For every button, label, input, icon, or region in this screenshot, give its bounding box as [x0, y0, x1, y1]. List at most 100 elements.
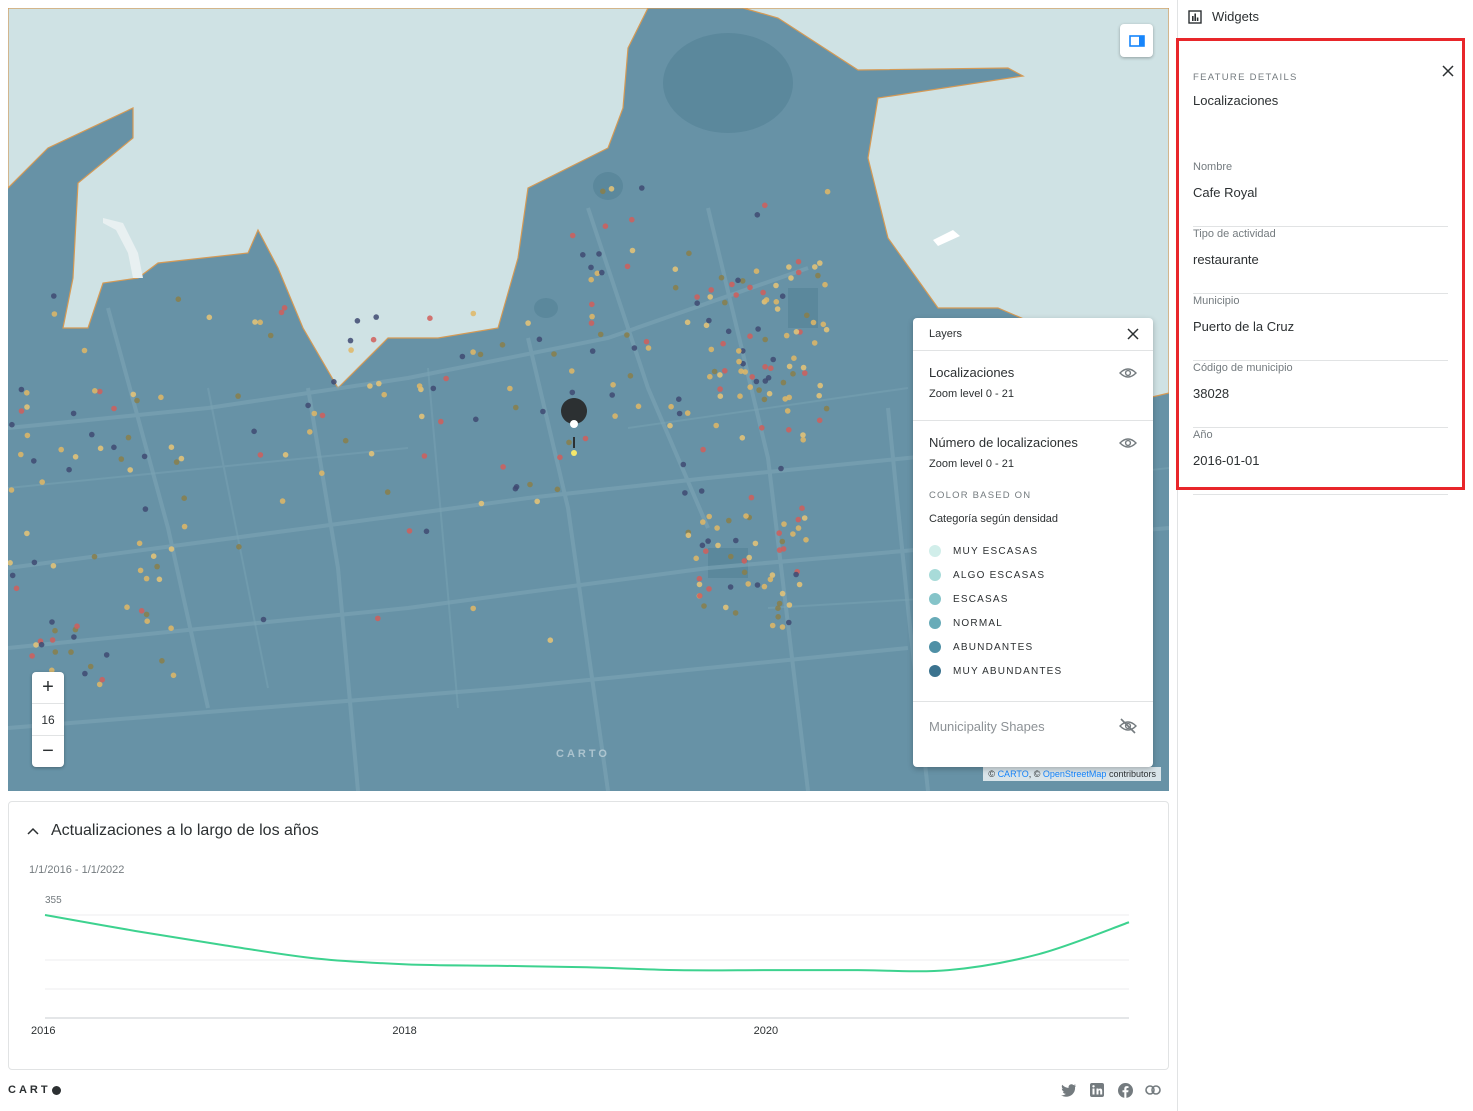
location-point [58, 446, 64, 453]
location-point [599, 269, 605, 276]
location-point [39, 479, 45, 485]
close-icon[interactable] [1127, 328, 1139, 340]
location-point [527, 481, 533, 488]
location-point [124, 604, 130, 610]
location-point [342, 437, 349, 444]
location-point [612, 413, 618, 419]
location-point [81, 347, 88, 354]
carto-logo-dot [51, 1085, 61, 1095]
legend-item: MUY ABUNDANTES [929, 659, 1137, 683]
legend-item: ABUNDANTES [929, 635, 1137, 659]
layer-name: Localizaciones [929, 365, 1015, 380]
location-point [706, 586, 712, 592]
field-label: Municipio [1193, 295, 1240, 307]
line-chart[interactable]: 355 2016 2018 2020 [9, 882, 1168, 1042]
location-point [697, 593, 703, 599]
feature-layer-name: Localizaciones [1193, 93, 1279, 108]
location-point [111, 444, 117, 451]
carto-link[interactable]: CARTO [998, 769, 1029, 779]
facebook-icon[interactable] [1117, 1082, 1133, 1098]
location-point [701, 603, 707, 609]
location-point [156, 576, 163, 583]
location-point [597, 331, 604, 338]
location-point [700, 519, 706, 525]
zoom-in-button[interactable]: + [32, 672, 64, 703]
layers-panel: Layers Localizaciones Zoom level 0 - 21 … [913, 318, 1153, 767]
location-point [580, 252, 586, 258]
location-point [629, 247, 636, 254]
layer-item: Número de localizaciones Zoom level 0 - … [913, 421, 1153, 702]
location-point [443, 375, 449, 382]
link-icon[interactable] [1145, 1082, 1161, 1098]
location-point [24, 530, 30, 537]
location-point [762, 336, 768, 343]
location-point [705, 538, 711, 544]
location-point [773, 282, 779, 289]
location-point [168, 625, 174, 631]
legend-label: ABUNDANTES [953, 641, 1034, 653]
social-links [1061, 1082, 1161, 1098]
location-point [793, 329, 800, 335]
location-point [175, 296, 182, 303]
location-point [733, 537, 739, 544]
eye-icon[interactable] [1119, 437, 1137, 449]
legend-label: MUY ABUNDANTES [953, 665, 1063, 677]
location-point [267, 332, 274, 339]
location-point [769, 622, 776, 629]
location-point [347, 337, 354, 344]
widget-header[interactable]: Actualizaciones a lo largo de los años [27, 822, 319, 840]
location-point [507, 385, 513, 392]
location-point [739, 435, 746, 441]
location-point [500, 464, 506, 470]
location-point [602, 223, 609, 229]
close-icon[interactable] [1442, 65, 1454, 77]
location-point [722, 299, 728, 306]
zoom-out-button[interactable]: − [32, 736, 64, 767]
location-point [732, 610, 739, 616]
location-point [142, 506, 149, 512]
location-point [368, 450, 375, 457]
location-point [800, 364, 807, 371]
location-point [551, 351, 557, 357]
location-point [459, 353, 466, 360]
location-point [693, 555, 699, 562]
location-point [700, 446, 706, 453]
location-point [759, 425, 765, 431]
twitter-icon[interactable] [1061, 1082, 1077, 1098]
chevron-up-icon[interactable] [27, 827, 39, 835]
osm-link[interactable]: OpenStreetMap [1043, 769, 1107, 779]
chart-date-range: 1/1/2016 - 1/1/2022 [29, 864, 125, 876]
eye-off-icon[interactable] [1119, 718, 1137, 734]
location-point [753, 378, 760, 385]
x-tick-label: 2020 [754, 1025, 778, 1037]
legend-toggle-button[interactable] [1120, 24, 1153, 57]
location-point [822, 281, 828, 288]
location-point [589, 301, 595, 308]
location-point [682, 490, 688, 496]
location-point [754, 212, 761, 218]
location-point [74, 623, 80, 629]
location-point [667, 422, 673, 429]
map-view[interactable]: + 16 − CARTO © CARTO, © OpenStreetMap co… [8, 8, 1169, 791]
location-point [609, 392, 615, 398]
attribution-suffix: contributors [1108, 769, 1156, 779]
linkedin-icon[interactable] [1089, 1082, 1105, 1098]
location-point [699, 542, 706, 549]
location-point [278, 309, 285, 316]
location-point [762, 378, 769, 384]
location-point [144, 618, 150, 624]
location-point [645, 345, 652, 351]
location-point [130, 391, 137, 398]
location-point [711, 368, 718, 375]
location-point [803, 537, 809, 543]
location-point [725, 328, 732, 335]
location-point [38, 641, 45, 648]
x-axis-ticks: 2016 2018 2020 [31, 1025, 778, 1037]
location-point [52, 649, 59, 655]
eye-icon[interactable] [1119, 367, 1137, 379]
location-point [717, 393, 724, 400]
field-value: 38028 [1193, 386, 1230, 401]
location-point [158, 394, 164, 401]
location-point [747, 333, 753, 340]
legend-label: NORMAL [953, 617, 1003, 629]
